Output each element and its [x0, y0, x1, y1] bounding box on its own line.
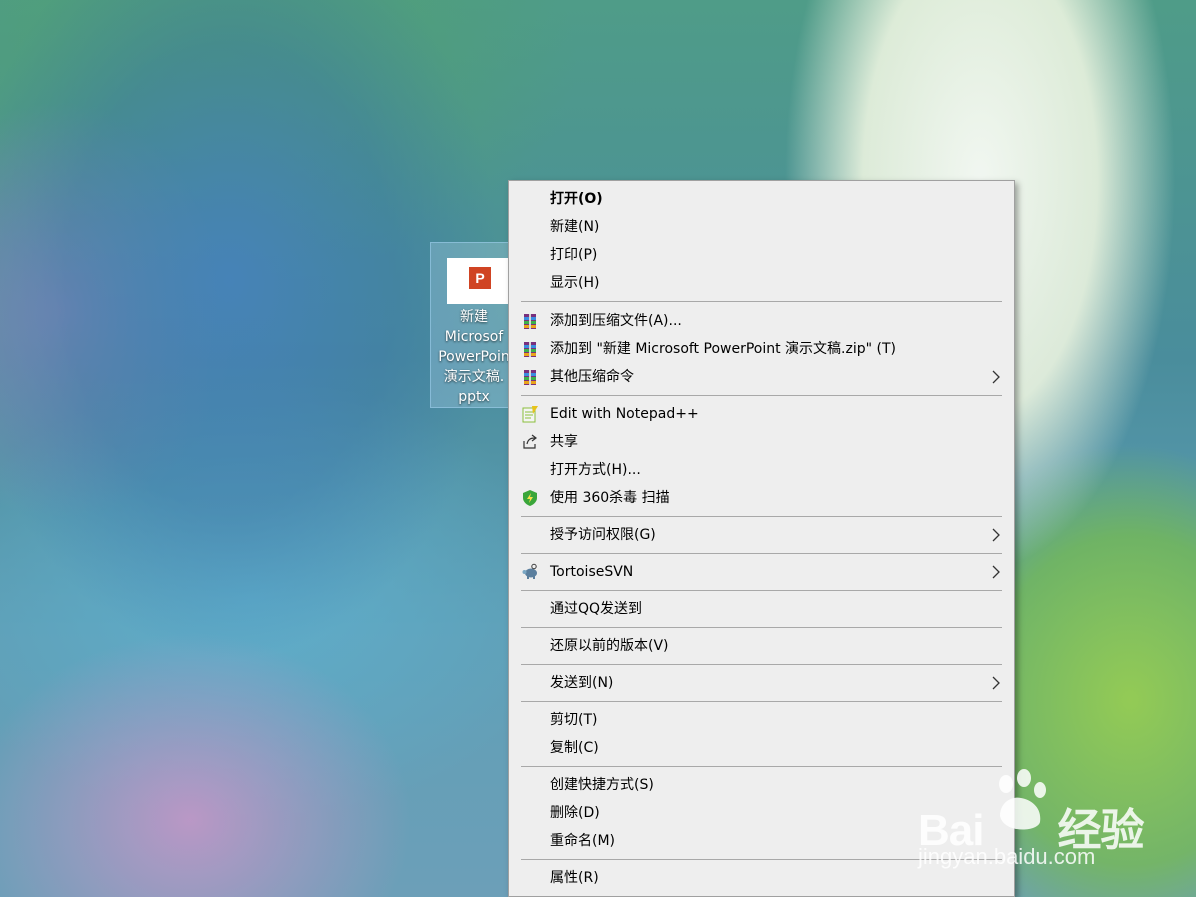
baidu-jingyan-watermark: Bai 经验 jingyan.baidu.com	[918, 768, 1148, 878]
menu-item-label: 通过QQ发送到	[550, 601, 643, 617]
menu-item-other-compress[interactable]: 其他压缩命令	[509, 363, 1014, 391]
menu-item-print[interactable]: 打印(P)	[509, 241, 1014, 269]
winrar-icon	[524, 314, 536, 329]
menu-separator	[521, 395, 1002, 396]
desktop-file-icon[interactable]: P 新建 Microsof PowerPoin 演示文稿. pptx	[430, 242, 516, 408]
menu-item-send-qq[interactable]: 通过QQ发送到	[509, 595, 1014, 623]
menu-item-label: 创建快捷方式(S)	[550, 777, 654, 793]
menu-item-scan-360[interactable]: 使用 360杀毒 扫描	[509, 484, 1014, 512]
menu-item-label: 属性(R)	[550, 870, 599, 886]
menu-item-add-archive[interactable]: 添加到压缩文件(A)...	[509, 307, 1014, 335]
menu-separator	[521, 590, 1002, 591]
winrar-icon	[524, 342, 536, 357]
file-name-line: pptx	[458, 389, 490, 405]
menu-item-show[interactable]: 显示(H)	[509, 269, 1014, 297]
chevron-right-icon	[992, 565, 1000, 579]
menu-item-label: 授予访问权限(G)	[550, 527, 656, 543]
menu-item-restore-versions[interactable]: 还原以前的版本(V)	[509, 632, 1014, 660]
menu-item-send-to[interactable]: 发送到(N)	[509, 669, 1014, 697]
menu-item-label: 添加到压缩文件(A)...	[550, 313, 682, 329]
notepadpp-icon	[522, 406, 538, 423]
menu-item-cut[interactable]: 剪切(T)	[509, 706, 1014, 734]
menu-separator	[521, 766, 1002, 767]
menu-item-label: 还原以前的版本(V)	[550, 638, 669, 654]
file-name-line: PowerPoin	[438, 349, 510, 365]
menu-item-label: Edit with Notepad++	[550, 406, 699, 422]
watermark-url: jingyan.baidu.com	[918, 844, 1096, 869]
chevron-right-icon	[992, 528, 1000, 542]
menu-item-open-with[interactable]: 打开方式(H)...	[509, 456, 1014, 484]
menu-item-label: 打开(O)	[550, 191, 603, 207]
tortoisesvn-icon	[522, 563, 537, 579]
menu-item-notepadpp[interactable]: Edit with Notepad++	[509, 400, 1014, 428]
menu-item-label: 新建(N)	[550, 219, 600, 235]
share-icon	[523, 434, 537, 449]
winrar-icon	[524, 370, 536, 385]
menu-separator	[521, 664, 1002, 665]
menu-item-label: 剪切(T)	[550, 712, 598, 728]
chevron-right-icon	[992, 676, 1000, 690]
menu-item-label: TortoiseSVN	[550, 564, 634, 580]
menu-item-label: 删除(D)	[550, 805, 600, 821]
menu-separator	[521, 553, 1002, 554]
chevron-right-icon	[992, 370, 1000, 384]
menu-separator	[521, 301, 1002, 302]
menu-item-copy[interactable]: 复制(C)	[509, 734, 1014, 762]
menu-item-share[interactable]: 共享	[509, 428, 1014, 456]
menu-item-add-zip[interactable]: 添加到 "新建 Microsoft PowerPoint 演示文稿.zip" (…	[509, 335, 1014, 363]
file-name-line: 演示文稿.	[443, 369, 505, 385]
shield-360-icon	[523, 490, 537, 506]
menu-item-label: 显示(H)	[550, 275, 600, 291]
menu-item-label: 添加到 "新建 Microsoft PowerPoint 演示文稿.zip" (…	[550, 341, 896, 357]
menu-separator	[521, 701, 1002, 702]
menu-item-label: 发送到(N)	[550, 675, 614, 691]
powerpoint-icon: P	[469, 267, 491, 289]
menu-separator	[521, 516, 1002, 517]
menu-item-label: 使用 360杀毒 扫描	[550, 490, 670, 506]
menu-item-label: 其他压缩命令	[550, 369, 634, 385]
file-name-line: 新建	[460, 309, 488, 325]
file-name-line: Microsof	[444, 329, 504, 345]
menu-item-new[interactable]: 新建(N)	[509, 213, 1014, 241]
file-name-label: 新建 Microsof PowerPoin 演示文稿. pptx	[431, 307, 517, 407]
menu-item-open[interactable]: 打开(O)	[509, 185, 1014, 213]
menu-item-label: 重命名(M)	[550, 833, 616, 849]
menu-item-label: 打开方式(H)...	[550, 462, 641, 478]
menu-item-label: 复制(C)	[550, 740, 599, 756]
menu-item-grant-access[interactable]: 授予访问权限(G)	[509, 521, 1014, 549]
menu-item-label: 共享	[550, 434, 578, 450]
menu-separator	[521, 627, 1002, 628]
menu-item-label: 打印(P)	[550, 247, 598, 263]
menu-item-tortoisesvn[interactable]: TortoiseSVN	[509, 558, 1014, 586]
